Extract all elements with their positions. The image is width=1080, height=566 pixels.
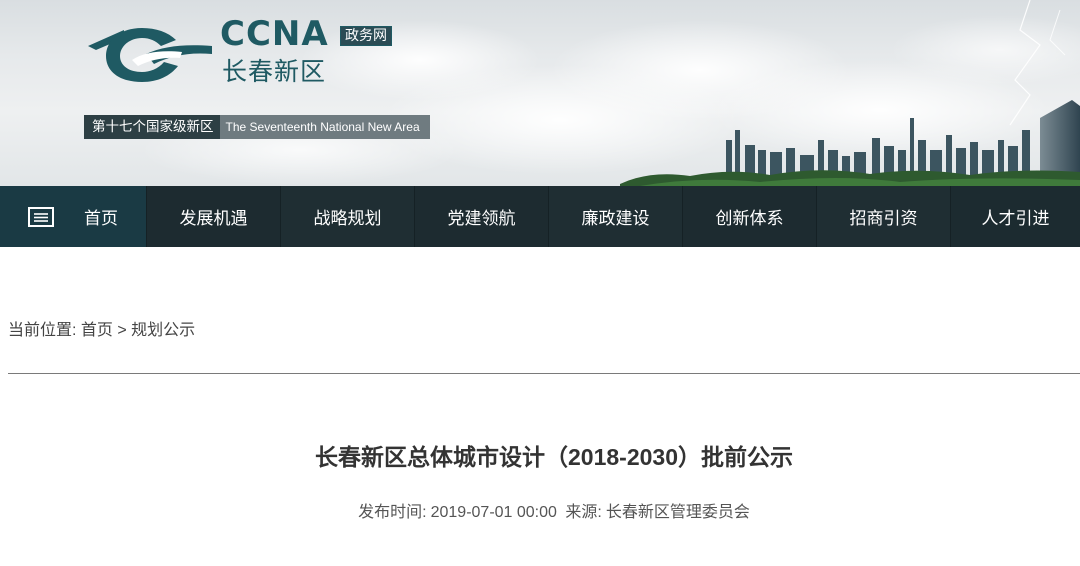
breadcrumb-current-link[interactable]: 规划公示 <box>131 322 195 339</box>
gov-portal-badge: 政务网 <box>340 26 392 46</box>
nav-item-investment[interactable]: 招商引资 <box>817 186 951 247</box>
nav-item-development[interactable]: 发展机遇 <box>147 186 281 247</box>
logo-emblem-icon <box>88 28 212 82</box>
source-label: 来源: <box>565 504 602 521</box>
main-nav: 首页 发展机遇 战略规划 党建领航 廉政建设 创新体系 招商引资 人才引进 <box>0 186 1080 247</box>
divider <box>8 373 1080 374</box>
nav-item-home[interactable]: 首页 <box>0 186 147 247</box>
menu-icon[interactable] <box>28 206 54 227</box>
breadcrumb: 当前位置: 首页 > 规划公示 <box>8 316 195 340</box>
source-name: 长春新区管理委员会 <box>605 504 750 521</box>
tagline-english: The Seventeenth National New Area <box>219 115 430 139</box>
nav-item-talent[interactable]: 人才引进 <box>951 186 1080 247</box>
tagline-chinese: 第十七个国家级新区 <box>84 115 220 139</box>
nav-item-integrity[interactable]: 廉政建设 <box>549 186 683 247</box>
nav-label-home: 首页 <box>84 209 118 229</box>
article-title: 长春新区总体城市设计（2018-2030）批前公示 <box>315 444 793 470</box>
nav-item-party-building[interactable]: 党建领航 <box>415 186 549 247</box>
site-header-banner: CCNA 长春新区 政务网 第十七个国家级新区 The Seventeenth … <box>0 0 1080 186</box>
breadcrumb-label: 当前位置: <box>8 322 77 339</box>
publish-time-label: 发布时间: <box>358 504 427 521</box>
logo-wordmark: CCNA <box>220 14 329 54</box>
article-meta: 发布时间: 2019-07-01 00:00 来源: 长春新区管理委员会 <box>0 498 1080 522</box>
nav-item-innovation[interactable]: 创新体系 <box>683 186 817 247</box>
nav-item-strategy[interactable]: 战略规划 <box>281 186 415 247</box>
publish-time: 2019-07-01 00:00 <box>430 504 557 521</box>
breadcrumb-separator: > <box>117 322 127 339</box>
breadcrumb-home-link[interactable]: 首页 <box>81 322 113 339</box>
logo-chinese-name: 长春新区 <box>222 57 327 86</box>
tagline: 第十七个国家级新区 The Seventeenth National New A… <box>84 115 430 139</box>
